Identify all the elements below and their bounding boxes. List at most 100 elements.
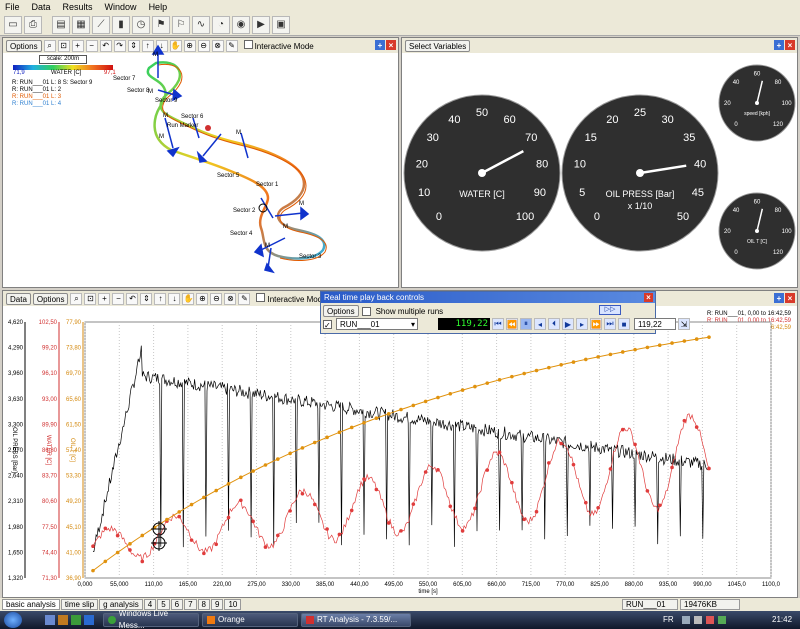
line-chart-icon[interactable]: ⟋ (92, 15, 110, 34)
x-tick-label: 495,00 (385, 582, 404, 588)
menu-data[interactable]: Data (27, 2, 58, 12)
tab-basic-analysis[interactable]: basic analysis (2, 599, 60, 610)
x-tick-label: 990,00 (693, 582, 712, 588)
table-icon[interactable]: ▦ (72, 15, 90, 34)
gauge-icon[interactable]: ◔ (212, 15, 230, 34)
move-down-icon[interactable]: ↓ (168, 292, 181, 305)
quicklaunch-icon[interactable] (84, 615, 94, 625)
fast-forward-icon[interactable]: ⏩ (590, 318, 602, 330)
graph-options-button[interactable]: Options (32, 292, 69, 305)
gauge-maximize-icon[interactable]: + (774, 40, 784, 50)
volume-icon[interactable] (694, 616, 702, 624)
run-checkbox[interactable]: ✓ (323, 319, 332, 330)
gauge-tick-label: 60 (503, 114, 515, 126)
menu-results[interactable]: Results (58, 2, 100, 12)
forward-end-icon[interactable]: ⏭ (604, 318, 616, 330)
cursor-move-icon[interactable]: ⊗ (224, 292, 237, 305)
target-icon[interactable]: ◉ (232, 15, 250, 34)
x-tick-label: 275,00 (247, 582, 266, 588)
cursor-edit-icon[interactable]: ✎ (238, 292, 251, 305)
pause-icon[interactable]: ⏸ (520, 318, 532, 330)
time-field[interactable]: 119,22 (634, 318, 676, 330)
cursor-add-icon[interactable]: ⊕ (196, 292, 209, 305)
playback-options-button[interactable]: Options (323, 305, 359, 317)
step-start-icon[interactable]: ⏴ (548, 318, 560, 330)
gauge-close-icon[interactable]: × (785, 40, 795, 50)
graph-maximize-icon[interactable]: + (774, 293, 784, 303)
track-icon[interactable]: ∿ (192, 15, 210, 34)
bar-chart-icon[interactable]: ▮ (112, 15, 130, 34)
y-tick-label: 102,50 (39, 320, 58, 326)
main-toolbar: ▭ ⎙ ▤ ▦ ⟋ ▮ ◷ ⚑ ⚐ ∿ ◔ ◉ ▶ ▣ (0, 14, 800, 36)
y-tick-label: 93,00 (42, 397, 58, 403)
undo-icon[interactable]: ↶ (126, 292, 139, 305)
graph-close-icon[interactable]: × (785, 293, 795, 303)
play-icon[interactable]: ▶ (252, 15, 270, 34)
stop-icon[interactable]: ■ (618, 318, 630, 330)
export-icon[interactable]: ⇲ (678, 318, 690, 330)
menu-help[interactable]: Help (144, 2, 175, 12)
hand-icon[interactable]: ✋ (182, 292, 195, 305)
gauge-hub (636, 169, 644, 177)
network-icon[interactable] (682, 616, 690, 624)
folder-icon[interactable]: ▭ (4, 15, 22, 34)
y-tick-label: 65,60 (66, 397, 82, 403)
run-marker-label: Run Marker (167, 123, 199, 129)
taskbar-item[interactable]: Orange (202, 613, 298, 627)
tray-app-icon[interactable] (718, 616, 726, 624)
sector-label: Sector 8 (127, 88, 150, 94)
stopwatch-icon[interactable]: ◷ (132, 15, 150, 34)
menu-file[interactable]: File (0, 2, 27, 12)
gauge-label: OIL T [C] (747, 239, 768, 245)
gauge-tick-label: 50 (677, 211, 689, 223)
quicklaunch-icon[interactable] (58, 615, 68, 625)
report-icon[interactable]: ▣ (272, 15, 290, 34)
show-multiple-checkbox[interactable] (361, 306, 371, 316)
tray-app-icon[interactable] (706, 616, 714, 624)
tab-9[interactable]: 9 (211, 599, 224, 610)
zoom-area-icon[interactable]: ⌕ (70, 292, 83, 305)
run-select-value: RUN___01 (340, 320, 380, 329)
quicklaunch-icon[interactable] (45, 615, 55, 625)
x-tick-label: 440,00 (350, 582, 369, 588)
zoom-out-icon[interactable]: − (112, 292, 125, 305)
sector-label: Sector 6 (181, 114, 204, 120)
track-map[interactable] (3, 38, 400, 289)
play-icon[interactable]: ▶ (562, 318, 574, 330)
move-up-icon[interactable]: ↑ (154, 292, 167, 305)
x-tick-label: 1100,0 (762, 582, 781, 588)
y-tick-label: 99,20 (42, 346, 58, 352)
graph-data-button[interactable]: Data (6, 292, 31, 305)
pan-vertical-icon[interactable]: ⇕ (140, 292, 153, 305)
clipboard-icon[interactable]: ▤ (52, 15, 70, 34)
menu-window[interactable]: Window (100, 2, 144, 12)
print-icon[interactable]: ⎙ (24, 15, 42, 34)
flag-icon[interactable]: ⚑ (152, 15, 170, 34)
playback-close-icon[interactable]: × (644, 293, 653, 302)
zoom-fit-icon[interactable]: ⊡ (84, 292, 97, 305)
rewind-icon[interactable]: ⏪ (506, 318, 518, 330)
tray-icons (682, 616, 742, 624)
graph-interactive-toggle[interactable]: Interactive Mode (256, 293, 327, 304)
chequered-flag-icon[interactable]: ⚐ (172, 15, 190, 34)
tab-10[interactable]: 10 (224, 599, 242, 610)
tab-8[interactable]: 8 (197, 599, 210, 610)
locale-indicator[interactable]: FR (663, 615, 674, 624)
time-chart[interactable]: 4,6204,2903,9603,6303,3002,9702,6402,310… (3, 306, 797, 597)
taskbar-item-label: RT Analysis - 7.3.59/... (317, 615, 398, 624)
taskbar-item[interactable]: Windows Live Mess... (103, 609, 199, 629)
taskbar-item[interactable]: RT Analysis - 7.3.59/... (301, 613, 411, 627)
graph-interactive-checkbox[interactable] (256, 293, 266, 302)
playback-mode-icon[interactable]: ▷▷ (599, 305, 621, 315)
zoom-in-icon[interactable]: + (98, 292, 111, 305)
run-select[interactable]: RUN___01 ▾ (336, 318, 418, 330)
start-button[interactable] (4, 612, 22, 628)
gauge-tick-label: 15 (585, 132, 597, 144)
select-variables-button[interactable]: Select Variables (405, 39, 471, 52)
tab-time-slip[interactable]: time slip (60, 599, 99, 610)
rewind-start-icon[interactable]: ⏮ (492, 318, 504, 330)
quicklaunch-icon[interactable] (71, 615, 81, 625)
step-forward-icon[interactable]: ▸ (576, 318, 588, 330)
cursor-remove-icon[interactable]: ⊖ (210, 292, 223, 305)
step-back-icon[interactable]: ◂ (534, 318, 546, 330)
